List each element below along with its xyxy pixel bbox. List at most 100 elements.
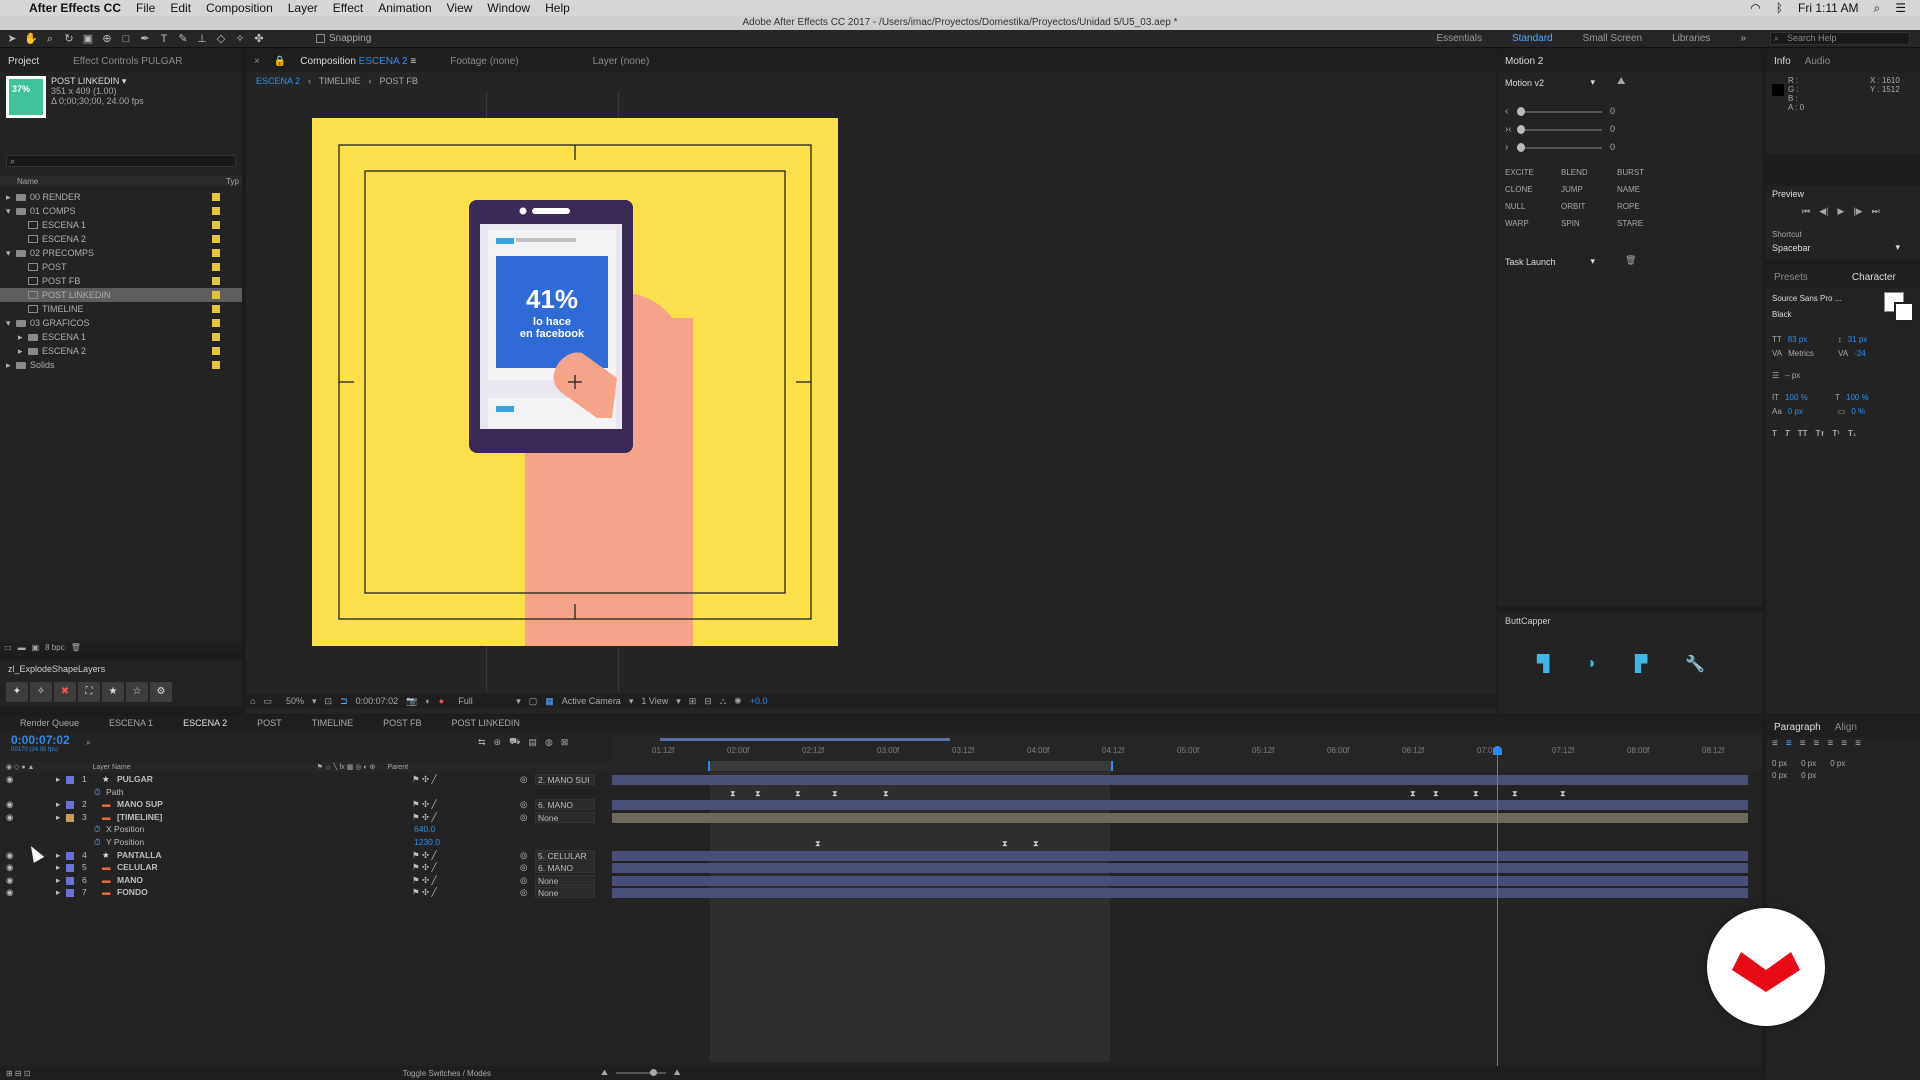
- menu-animation[interactable]: Animation: [378, 1, 431, 15]
- disclosure-icon[interactable]: ▸: [56, 812, 60, 823]
- tab-paragraph[interactable]: Paragraph: [1774, 722, 1821, 733]
- font-family-select[interactable]: Source Sans Pro ...: [1772, 294, 1841, 303]
- tab-audio[interactable]: Audio: [1805, 56, 1831, 67]
- tab-postlinkedin[interactable]: POST LINKEDIN: [451, 718, 519, 728]
- motion-btn-rope[interactable]: ROPE: [1617, 202, 1673, 211]
- comp-canvas[interactable]: 41% lo hace en facebook: [312, 118, 838, 646]
- align-left-icon[interactable]: ≡: [1772, 738, 1778, 749]
- stroke-width[interactable]: – px: [1785, 371, 1800, 380]
- pickwhip-icon[interactable]: ◎: [520, 887, 527, 898]
- timeline-search-input[interactable]: ⌕: [86, 737, 456, 748]
- label-color-swatch[interactable]: [212, 221, 220, 229]
- tab-post[interactable]: POST: [257, 718, 282, 728]
- flowchart-icon[interactable]: ⛬: [720, 696, 726, 707]
- parent-select[interactable]: 6. MANO: [535, 799, 595, 811]
- trash-icon[interactable]: 🗑: [71, 643, 81, 652]
- layer-label-color[interactable]: [66, 889, 74, 898]
- layer-name[interactable]: [TIMELINE]: [117, 812, 162, 822]
- lock-icon[interactable]: 🔒: [274, 56, 286, 67]
- explode-alt-icon[interactable]: ✧: [30, 682, 52, 702]
- stopwatch-icon[interactable]: ⏱: [94, 787, 101, 798]
- parent-select[interactable]: None: [535, 874, 595, 886]
- slider-1[interactable]: ‹ 0: [1505, 106, 1615, 118]
- layer-duration-bar[interactable]: [612, 775, 1748, 785]
- snapping-checkbox[interactable]: [316, 34, 325, 43]
- tab-character[interactable]: Character: [1852, 272, 1896, 283]
- project-item[interactable]: ESCENA 1: [0, 218, 242, 232]
- tab-footage[interactable]: Footage (none): [450, 56, 518, 67]
- keyframe-icon[interactable]: ⧗: [755, 789, 761, 799]
- app-menu[interactable]: After Effects CC: [29, 1, 121, 15]
- comp-timecode[interactable]: 0:00:07:02: [356, 696, 399, 706]
- spotlight-icon[interactable]: ⌕: [1874, 1, 1881, 16]
- visibility-eye-icon[interactable]: ◉: [6, 887, 13, 898]
- disclosure-closed-icon[interactable]: ▸: [6, 192, 16, 203]
- property-value[interactable]: 1230.0: [414, 837, 440, 847]
- layer-label-color[interactable]: [66, 864, 74, 873]
- justify-center-icon[interactable]: ≡: [1827, 738, 1833, 749]
- layer-row[interactable]: ◉ ▸ 4 ★ ⚑ ✣ ╱ ◎ 5. CELULAR PANTALLA: [0, 849, 1748, 863]
- pickwhip-icon[interactable]: ◎: [520, 850, 527, 861]
- keyframe-icon[interactable]: ⧗: [1433, 789, 1439, 799]
- project-item[interactable]: ▾ 03 GRAFICOS: [0, 316, 242, 330]
- roto-tool-icon[interactable]: ✧: [233, 33, 247, 45]
- property-value[interactable]: 640.0: [414, 824, 435, 834]
- menu-file[interactable]: File: [136, 1, 155, 15]
- motion-btn-burst[interactable]: BURST: [1617, 168, 1673, 177]
- square-cap-icon[interactable]: ▛: [1635, 654, 1647, 674]
- eraser-tool-icon[interactable]: ◇: [214, 33, 228, 45]
- layer-label-color[interactable]: [66, 851, 74, 860]
- label-color-swatch[interactable]: [212, 361, 220, 369]
- pickwhip-icon[interactable]: ◎: [520, 774, 527, 785]
- frame-blending-icon[interactable]: ▤: [528, 737, 537, 748]
- disclosure-closed-icon[interactable]: ▸: [18, 332, 28, 343]
- search-help-input[interactable]: ⌕ Search Help: [1770, 32, 1910, 45]
- layer-name[interactable]: CELULAR: [117, 862, 158, 872]
- layer-name[interactable]: PULGAR: [117, 774, 153, 784]
- toggle-switches-modes[interactable]: Toggle Switches / Modes: [403, 1069, 492, 1078]
- draft-3d-icon[interactable]: ⊛: [494, 737, 502, 748]
- layer-switches[interactable]: ⚑ ✣ ╱: [412, 850, 437, 861]
- project-item[interactable]: POST: [0, 260, 242, 274]
- explode-icon[interactable]: ✦: [6, 682, 28, 702]
- monitor-icon[interactable]: ▭: [263, 696, 272, 707]
- label-color-swatch[interactable]: [212, 319, 220, 327]
- motion-btn-clone[interactable]: CLONE: [1505, 185, 1561, 194]
- tab-layer[interactable]: Layer (none): [593, 56, 650, 67]
- motion-btn-name[interactable]: NAME: [1617, 185, 1673, 194]
- layer-label-color[interactable]: [66, 876, 74, 885]
- always-preview-icon[interactable]: ⌂: [250, 696, 255, 706]
- roi-icon[interactable]: ▢: [529, 696, 538, 707]
- workspace-small-screen[interactable]: Small Screen: [1583, 33, 1642, 44]
- breadcrumb-timeline[interactable]: TIMELINE: [319, 76, 361, 86]
- timeline-timecode[interactable]: 0:00:07:02: [11, 733, 70, 747]
- superscript-button[interactable]: T¹: [1832, 429, 1840, 438]
- property-row[interactable]: ⏱ Path ⧗ ⧗ ⧗ ⧗ ⧗ ⧗ ⧗ ⧗ ⧗ ⧗: [0, 787, 1566, 800]
- layer-switches[interactable]: ⚑ ✣ ╱: [412, 887, 437, 898]
- work-area-bar[interactable]: [660, 738, 950, 741]
- label-color-swatch[interactable]: [212, 263, 220, 271]
- col-parent[interactable]: Parent: [387, 764, 408, 771]
- prev-frame-icon[interactable]: ◀|: [1819, 206, 1828, 217]
- label-color-swatch[interactable]: [212, 347, 220, 355]
- zoom-tool-icon[interactable]: ⌕: [43, 33, 57, 45]
- pickwhip-icon[interactable]: ◎: [520, 862, 527, 873]
- star-icon[interactable]: ★: [102, 682, 124, 702]
- camera-tool-icon[interactable]: ▣: [81, 33, 95, 45]
- workspace-standard[interactable]: Standard: [1512, 33, 1553, 44]
- trash-icon[interactable]: 🗑: [1625, 255, 1636, 266]
- workspace-essentials[interactable]: Essentials: [1436, 33, 1482, 44]
- disclosure-icon[interactable]: ▸: [56, 887, 60, 898]
- keyframe-icon[interactable]: ⧗: [1033, 839, 1039, 849]
- layer-row[interactable]: ◉ ▸ 1 ★ ⚑ ✣ ╱ ◎ 2. MANO SUI PULGAR: [0, 774, 1748, 787]
- property-row[interactable]: ⏱ Y Position 1230.0 ⧗ ⧗ ⧗: [0, 837, 1440, 850]
- show-snapshot-icon[interactable]: ◐: [425, 696, 430, 706]
- grid-icon[interactable]: ⊞: [689, 696, 697, 707]
- all-caps-button[interactable]: TT: [1798, 429, 1808, 438]
- space-after[interactable]: 0 px: [1801, 770, 1816, 782]
- stroke-color-swatch[interactable]: [1894, 302, 1914, 322]
- visibility-eye-icon[interactable]: ◉: [6, 850, 13, 861]
- layer-row[interactable]: ◉ ▸ 6 ▬ ⚑ ✣ ╱ ◎ None MANO: [0, 874, 1748, 888]
- last-frame-icon[interactable]: ⏭: [1872, 206, 1880, 217]
- menu-help[interactable]: Help: [545, 1, 570, 15]
